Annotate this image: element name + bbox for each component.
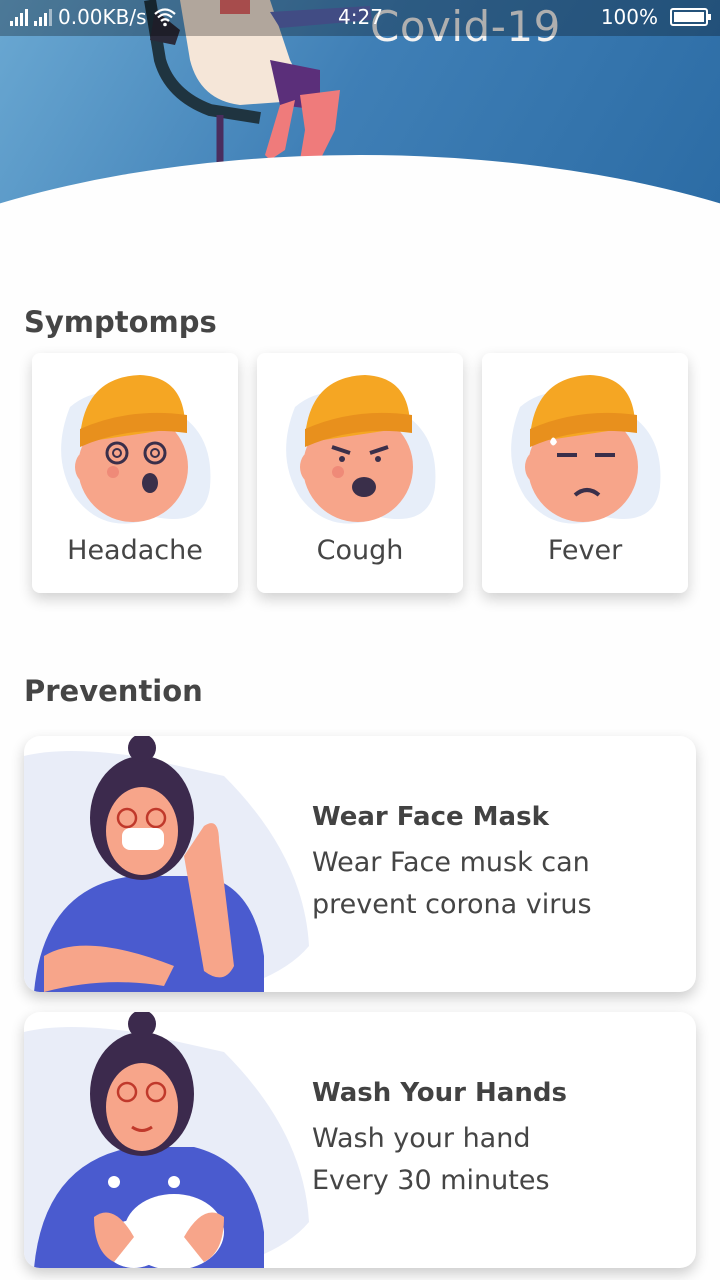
woman-washing-hands-illustration: [24, 1012, 309, 1268]
signal-icon: [10, 8, 28, 26]
prevention-card-wash-hands[interactable]: Wash Your Hands Wash your hand Every 30 …: [24, 1012, 696, 1268]
symptom-card-cough[interactable]: Cough: [257, 353, 463, 593]
clock: 4:27: [338, 5, 383, 29]
header-curve: [0, 155, 720, 290]
prevention-description: Wear Face musk can prevent corona virus: [312, 847, 592, 920]
symptom-label-cough: Cough: [316, 535, 404, 566]
prevention-title: Wash Your Hands: [312, 1078, 567, 1108]
woman-mask-illustration: [24, 736, 309, 992]
prevention-title: Wear Face Mask: [312, 802, 549, 832]
prevention-card-face-mask[interactable]: Wear Face Mask Wear Face musk can preven…: [24, 736, 696, 992]
covid-home-screen: Covid-19 0.00KB/s 4:27 100% Symptomps He…: [0, 0, 720, 1280]
symptom-label-fever: Fever: [547, 535, 623, 566]
signal-icon: [34, 8, 52, 26]
prevention-heading: Prevention: [24, 674, 203, 708]
prevention-description: Wash your hand Every 30 minutes: [312, 1123, 550, 1196]
fever-face-icon: [511, 375, 661, 524]
battery-icon: [670, 8, 711, 26]
network-speed: 0.00KB/s: [58, 5, 147, 29]
headache-face-icon: [61, 375, 211, 524]
status-bar: 0.00KB/s 4:27 100%: [0, 0, 720, 36]
symptom-label-headache: Headache: [67, 535, 203, 566]
symptoms-heading: Symptomps: [24, 305, 217, 339]
wifi-icon: [153, 8, 176, 27]
cough-face-icon: [286, 375, 436, 524]
header-banner: Covid-19: [0, 0, 720, 290]
symptom-card-headache[interactable]: Headache: [32, 353, 238, 593]
symptom-card-fever[interactable]: Fever: [482, 353, 688, 593]
battery-percent: 100%: [600, 5, 658, 29]
